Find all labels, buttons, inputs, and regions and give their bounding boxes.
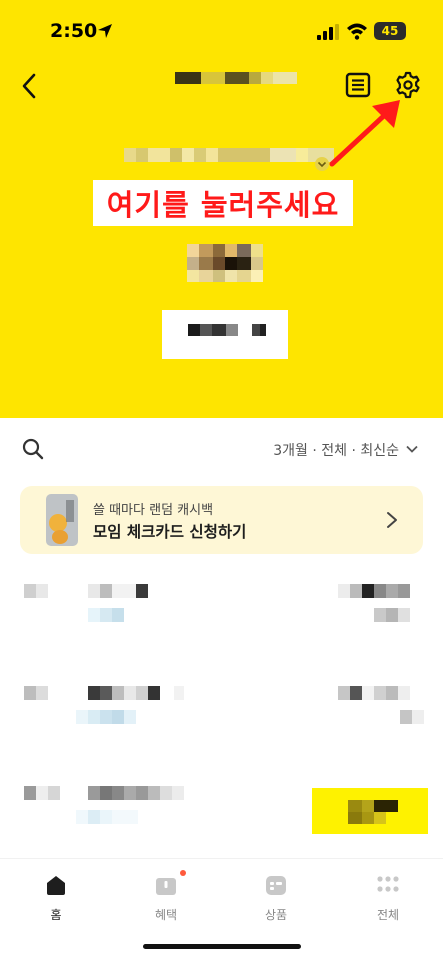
back-button[interactable] xyxy=(14,70,46,102)
tab-label: 전체 xyxy=(376,908,400,922)
transaction-row[interactable] xyxy=(0,578,443,668)
transaction-row[interactable] xyxy=(0,680,443,770)
promo-title: 모임 체크카드 신청하기 xyxy=(93,523,247,541)
product-icon xyxy=(266,876,286,895)
tab-label: 혜택 xyxy=(154,908,178,922)
chevron-right-icon xyxy=(387,512,397,528)
annotation-label: 여기를 눌러주세요 xyxy=(93,180,353,226)
location-arrow-icon xyxy=(98,24,112,38)
annotation-text: 여기를 눌러주세요 xyxy=(106,188,340,222)
tab-all[interactable]: 전체 xyxy=(348,873,428,927)
blurred-highlight xyxy=(312,788,428,834)
blurred-account-number xyxy=(124,148,334,162)
cellular-signal-icon xyxy=(317,24,339,40)
filter-dropdown[interactable]: 3개월 · 전체 · 최신순 xyxy=(273,440,399,460)
wifi-icon xyxy=(347,23,367,40)
battery-indicator: 45 xyxy=(374,22,406,40)
chevron-down-icon[interactable] xyxy=(405,442,419,456)
blurred-action-button[interactable] xyxy=(162,310,288,359)
chevron-left-icon xyxy=(22,73,36,99)
list-icon xyxy=(345,72,371,98)
promo-banner[interactable]: 쓸 때마다 랜덤 캐시백 모임 체크카드 신청하기 xyxy=(20,486,423,554)
transaction-row[interactable] xyxy=(0,780,443,870)
home-icon xyxy=(47,876,65,895)
annotation-arrow-icon xyxy=(329,100,400,167)
search-icon[interactable] xyxy=(20,436,46,462)
card-image xyxy=(46,494,78,546)
tab-benefits[interactable]: 혜택 xyxy=(126,870,206,927)
promo-subtitle: 쓸 때마다 랜덤 캐시백 xyxy=(93,503,214,518)
status-bar: 2:50 45 xyxy=(0,0,443,64)
tab-label: 홈 xyxy=(50,908,62,922)
tab-label: 상품 xyxy=(264,908,288,922)
blurred-account-title xyxy=(175,72,297,84)
gear-icon xyxy=(396,71,420,99)
tab-products[interactable]: 상품 xyxy=(236,873,316,927)
notification-badge xyxy=(180,870,186,876)
blurred-balance xyxy=(187,244,263,282)
status-time: 2:50 xyxy=(50,20,98,42)
tab-home[interactable]: 홈 xyxy=(16,873,96,927)
home-indicator xyxy=(143,944,301,949)
more-dots-icon xyxy=(377,876,399,892)
gift-icon xyxy=(156,878,176,895)
